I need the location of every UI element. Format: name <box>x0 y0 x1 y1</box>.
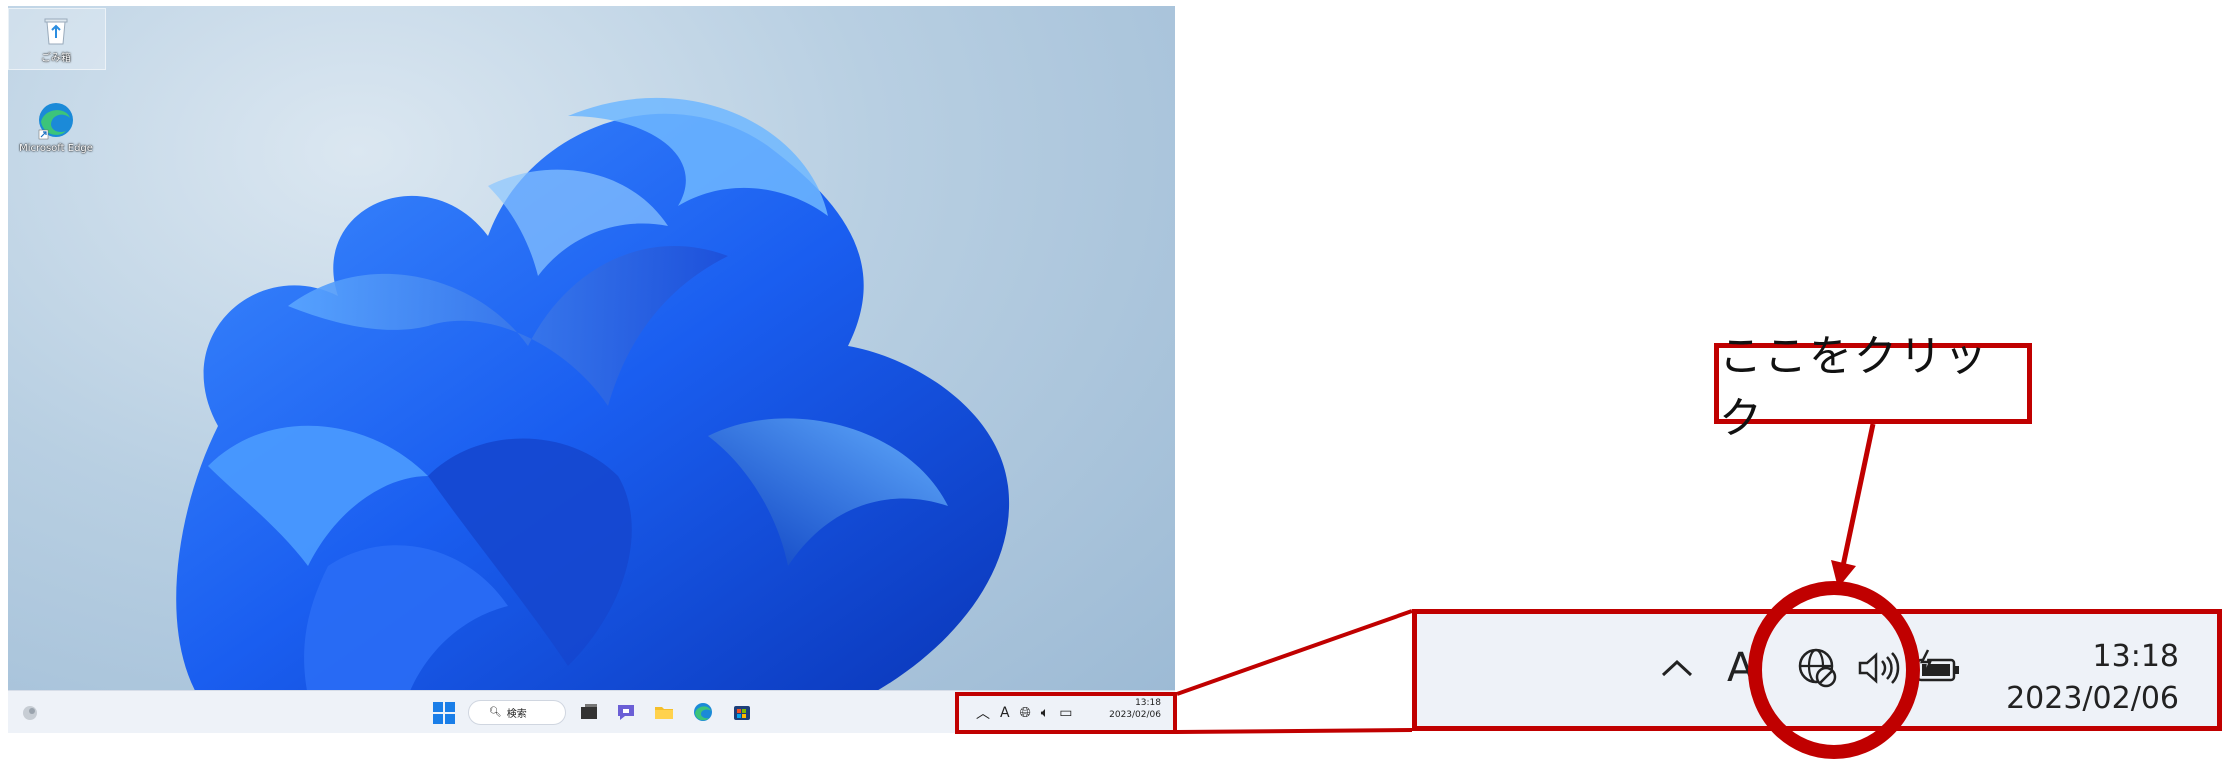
desktop-icon-edge[interactable]: Microsoft Edge <box>8 100 104 154</box>
callout-text: ここをクリック <box>1719 331 1989 444</box>
search-icon: 🔍︎ <box>489 707 502 718</box>
zoomed-tray: A 13:18 2023/02/06 <box>1412 609 2222 731</box>
store-icon[interactable] <box>731 701 753 725</box>
start-button[interactable] <box>432 701 456 725</box>
teams-chat-icon[interactable] <box>615 701 637 725</box>
task-view-icon[interactable] <box>578 701 600 725</box>
edge-label: Microsoft Edge <box>19 143 93 154</box>
zoomed-tray-icons: A <box>1657 644 1966 692</box>
callout-label: ここをクリック <box>1714 332 2032 444</box>
network-globe-blocked-icon[interactable] <box>1794 644 1842 692</box>
battery-charging-icon[interactable] <box>1914 648 1966 688</box>
tray-clock[interactable]: 13:18 2023/02/06 <box>2006 636 2179 720</box>
show-hidden-icons-chevron-icon[interactable] <box>1657 653 1697 683</box>
tray-date: 2023/02/06 <box>2006 681 2179 716</box>
widgets-icon[interactable] <box>20 703 40 727</box>
recycle-bin-label: ごみ箱 <box>41 53 71 64</box>
tray-time: 13:18 <box>2092 639 2179 674</box>
file-explorer-icon[interactable] <box>653 701 675 725</box>
highlight-box-small <box>955 692 1177 734</box>
volume-icon[interactable] <box>1854 648 1902 688</box>
ime-indicator[interactable]: A <box>1727 645 1754 691</box>
edge-taskbar-icon[interactable] <box>692 701 714 725</box>
desktop-icon-recycle-bin[interactable]: ごみ箱 <box>8 14 104 64</box>
wallpaper-bloom <box>176 97 1010 696</box>
taskbar-search[interactable]: 🔍︎ 検索 <box>468 700 566 725</box>
search-label: 検索 <box>506 709 527 720</box>
edge-icon <box>8 100 104 143</box>
desktop-screenshot: ごみ箱 Microsoft Edge 🔍︎ 検索 ︿ A 🌐︎ 🔈︎ ▭ 13:… <box>8 6 1175 733</box>
recycle-bin-icon <box>8 14 104 49</box>
